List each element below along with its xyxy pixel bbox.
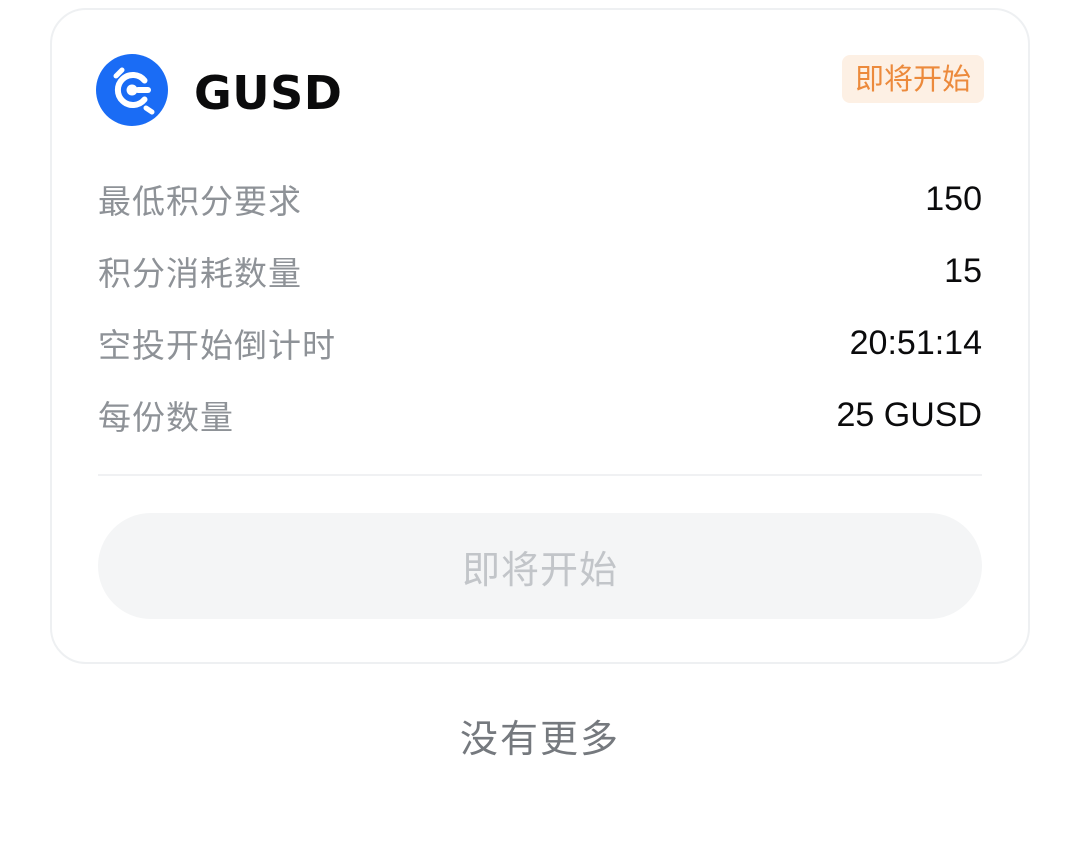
divider: [98, 474, 982, 476]
info-label: 最低积分要求: [98, 182, 302, 221]
info-row-min-points: 最低积分要求 150: [98, 174, 982, 224]
info-label: 空投开始倒计时: [98, 326, 336, 365]
info-label: 积分消耗数量: [98, 254, 302, 293]
info-row-countdown: 空投开始倒计时 20:51:14: [98, 318, 982, 368]
info-row-points-cost: 积分消耗数量 15: [98, 246, 982, 296]
gusd-coin-icon: [96, 54, 168, 126]
info-value: 25 GUSD: [836, 395, 983, 434]
coin-name: GUSD: [194, 66, 343, 120]
info-label: 每份数量: [98, 398, 234, 437]
info-row-amount-per-share: 每份数量 25 GUSD: [98, 390, 982, 440]
no-more-text: 没有更多: [459, 717, 620, 761]
countdown-value: 20:51:14: [849, 323, 982, 362]
info-value: 15: [944, 251, 982, 290]
status-badge: 即将开始: [841, 55, 984, 103]
coming-soon-button[interactable]: 即将开始: [98, 513, 982, 619]
info-value: 150: [925, 179, 982, 218]
airdrop-card: GUSD 即将开始 最低积分要求 150 积分消耗数量 15 空投开始倒计时 2…: [50, 8, 1030, 664]
